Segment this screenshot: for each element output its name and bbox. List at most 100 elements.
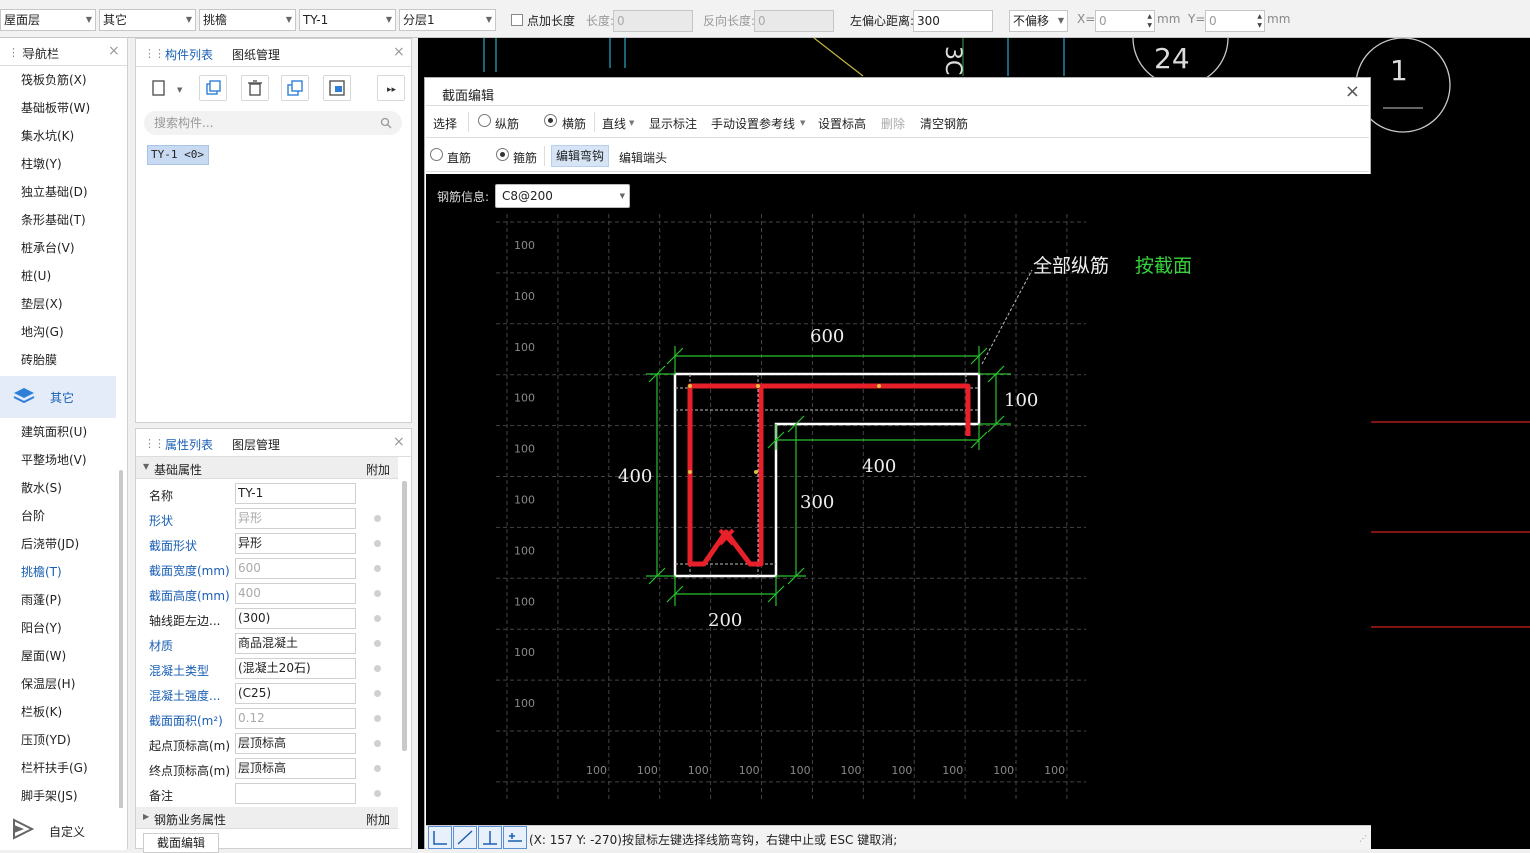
attach-indicator-icon[interactable]	[374, 540, 381, 547]
add-length-checkbox[interactable]	[511, 14, 523, 26]
expand-button[interactable]: ▸▸	[377, 75, 405, 101]
offset-mode-select[interactable]: 不偏移 ▼	[1009, 10, 1068, 32]
nav-group-other[interactable]: 其它	[0, 376, 116, 418]
close-icon[interactable]: ×	[1345, 81, 1360, 102]
nav-item[interactable]: 筏板负筋(X)	[0, 66, 127, 94]
grip-icon[interactable]: ⋮⋮	[144, 47, 165, 60]
show-label-button[interactable]: 显示标注	[649, 115, 697, 132]
property-value[interactable]: 0.12	[235, 708, 356, 729]
nav-item[interactable]: 桩(U)	[0, 262, 127, 290]
tab-property-list[interactable]: 属性列表	[165, 436, 213, 453]
property-value[interactable]: 600	[235, 558, 356, 579]
search-input[interactable]: 搜索构件...	[144, 111, 402, 135]
component-item[interactable]: TY-1 <0>	[147, 145, 209, 165]
collapse-icon[interactable]: ▼	[143, 462, 149, 471]
attach-indicator-icon[interactable]	[374, 515, 381, 522]
resize-grip-icon[interactable]: ⋰	[1359, 834, 1367, 843]
property-value[interactable]: 异形	[235, 533, 356, 554]
nav-item[interactable]: 后浇带(JD)	[0, 530, 127, 558]
snap-corner-button[interactable]	[428, 826, 452, 849]
nav-item[interactable]: 挑檐(T)	[0, 558, 127, 586]
tab-component-list[interactable]: 构件列表	[165, 46, 213, 63]
nav-item[interactable]: 脚手架(JS)	[0, 782, 127, 810]
edit-bend-button[interactable]: 编辑弯钩	[551, 145, 610, 167]
nav-item[interactable]: 基础板带(W)	[0, 94, 127, 122]
attach-indicator-icon[interactable]	[374, 640, 381, 647]
longitudinal-radio[interactable]	[478, 114, 491, 127]
attach-indicator-icon[interactable]	[374, 690, 381, 697]
nav-item[interactable]: 栏杆扶手(G)	[0, 754, 127, 782]
attach-indicator-icon[interactable]	[374, 765, 381, 772]
attach-indicator-icon[interactable]	[374, 615, 381, 622]
tab-layer-manage[interactable]: 图层管理	[232, 436, 280, 453]
floor-select[interactable]: 屋面层 ▼	[0, 9, 96, 31]
close-icon[interactable]: ×	[108, 43, 120, 59]
edit-end-button[interactable]: 编辑端头	[619, 149, 667, 166]
property-value[interactable]: 异形	[235, 508, 356, 529]
property-value[interactable]: 400	[235, 583, 356, 604]
property-value[interactable]: 层顶标高	[235, 733, 356, 754]
snap-perpendicular-button[interactable]	[478, 826, 502, 849]
property-value[interactable]	[235, 783, 356, 804]
nav-item[interactable]: 条形基础(T)	[0, 206, 127, 234]
spinner-icon[interactable]: ▲ ▼	[1257, 12, 1262, 30]
tab-drawing-manage[interactable]: 图纸管理	[232, 46, 280, 63]
nav-item[interactable]: 柱墩(Y)	[0, 150, 127, 178]
snap-line-button[interactable]	[453, 826, 477, 849]
select-tool[interactable]: 选择	[433, 115, 457, 132]
nav-item[interactable]: 独立基础(D)	[0, 178, 127, 206]
duplicate-button[interactable]	[281, 75, 309, 101]
transverse-radio[interactable]	[544, 114, 557, 127]
clear-rebar-button[interactable]: 清空钢筋	[920, 115, 968, 132]
stirrup-radio[interactable]	[496, 148, 509, 161]
nav-item[interactable]: 集水坑(K)	[0, 122, 127, 150]
attach-indicator-icon[interactable]	[374, 665, 381, 672]
nav-item[interactable]: 垫层(X)	[0, 290, 127, 318]
attach-indicator-icon[interactable]	[374, 790, 381, 797]
grip-icon[interactable]: ⋮⋮	[144, 437, 165, 450]
nav-item[interactable]: 阳台(Y)	[0, 614, 127, 642]
close-icon[interactable]: ×	[393, 44, 405, 60]
attach-indicator-icon[interactable]	[374, 740, 381, 747]
nav-scrollbar[interactable]	[119, 470, 123, 850]
straight-radio[interactable]	[430, 148, 443, 161]
layer-select[interactable]: 分层1 ▼	[399, 9, 496, 31]
left-offset-input[interactable]: 300	[913, 10, 993, 32]
attach-indicator-icon[interactable]	[374, 590, 381, 597]
nav-item[interactable]: 台阶	[0, 502, 127, 530]
nav-item[interactable]: 雨蓬(P)	[0, 586, 127, 614]
new-component-button[interactable]: ▼	[146, 75, 186, 101]
length-input[interactable]: 0	[613, 10, 693, 32]
nav-item[interactable]: 栏板(K)	[0, 698, 127, 726]
nav-item[interactable]: 压顶(YD)	[0, 726, 127, 754]
manual-ref-dropdown[interactable]: 手动设置参考线	[711, 115, 795, 132]
x-input[interactable]: 0 ▲ ▼	[1095, 10, 1155, 32]
section-basic[interactable]: ▼ 基础属性 附加	[136, 457, 398, 479]
layer-copy-button[interactable]	[323, 75, 351, 101]
section-rebar[interactable]: ▶ 钢筋业务属性 附加	[136, 807, 398, 829]
nav-item[interactable]: 砖胎膜	[0, 346, 127, 374]
reverse-length-input[interactable]: 0	[754, 10, 834, 32]
property-value[interactable]: 商品混凝土	[235, 633, 356, 654]
nav-item[interactable]: 保温层(H)	[0, 670, 127, 698]
attach-indicator-icon[interactable]	[374, 715, 381, 722]
close-icon[interactable]: ×	[393, 434, 405, 450]
spinner-icon[interactable]: ▲ ▼	[1147, 12, 1152, 30]
property-value[interactable]: (混凝土20石)	[235, 658, 356, 679]
y-input[interactable]: 0 ▲ ▼	[1205, 10, 1265, 32]
line-dropdown[interactable]: 直线	[602, 115, 626, 132]
property-value[interactable]: (C25)	[235, 683, 356, 704]
tab-section-edit[interactable]: 截面编辑	[143, 833, 219, 853]
nav-item[interactable]: 建筑面积(U)	[0, 418, 127, 446]
nav-item[interactable]: 平整场地(V)	[0, 446, 127, 474]
nav-item[interactable]: 地沟(G)	[0, 318, 127, 346]
delete-button[interactable]	[241, 75, 269, 101]
expand-icon[interactable]: ▶	[143, 812, 149, 821]
nav-item[interactable]: 桩承台(V)	[0, 234, 127, 262]
delete-button[interactable]: 删除	[881, 115, 905, 132]
nav-item[interactable]: 散水(S)	[0, 474, 127, 502]
nav-item[interactable]: 屋面(W)	[0, 642, 127, 670]
property-value[interactable]: TY-1	[235, 483, 356, 504]
type-select[interactable]: 挑檐 ▼	[199, 9, 296, 31]
nav-custom[interactable]: 自定义	[0, 808, 126, 850]
